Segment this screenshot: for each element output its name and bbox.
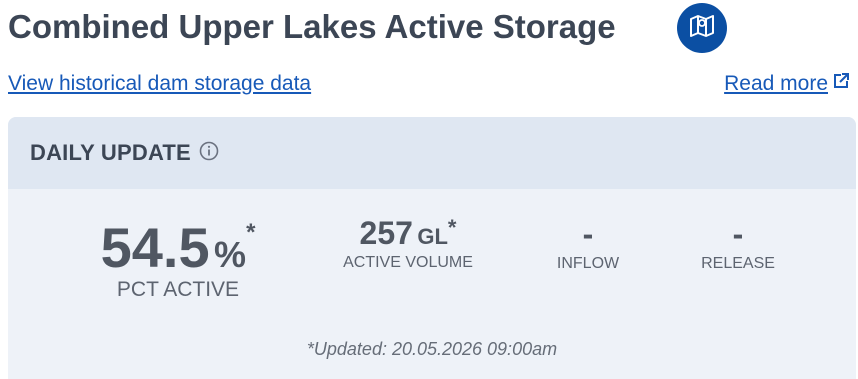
daily-update-card: DAILY UPDATE 54.5 %* PCT ACTIVE 257 GL* … bbox=[8, 117, 856, 379]
updated-timestamp: *Updated: 20.05.2026 09:00am bbox=[306, 339, 558, 359]
daily-update-heading: DAILY UPDATE bbox=[30, 140, 191, 165]
daily-update-header: DAILY UPDATE bbox=[8, 117, 856, 189]
active-volume-unit: GL bbox=[417, 224, 448, 249]
release-stat: - RELEASE bbox=[678, 215, 798, 273]
external-link-icon bbox=[832, 72, 850, 96]
historical-data-link[interactable]: View historical dam storage data bbox=[8, 72, 311, 96]
pct-active-unit: % bbox=[214, 234, 247, 275]
pct-active-stat: 54.5 %* PCT ACTIVE bbox=[78, 215, 278, 302]
pct-active-value: 54.5 bbox=[100, 216, 210, 279]
read-more-label: Read more bbox=[724, 72, 828, 95]
pct-active-label: PCT ACTIVE bbox=[116, 278, 240, 301]
active-volume-stat: 257 GL* ACTIVE VOLUME bbox=[318, 215, 498, 272]
inflow-value: - bbox=[582, 216, 594, 252]
active-volume-value-row: 257 GL* bbox=[318, 215, 498, 252]
active-volume-value: 257 bbox=[359, 215, 413, 251]
read-more-link[interactable]: Read more bbox=[724, 72, 850, 96]
release-label: RELEASE bbox=[701, 255, 775, 272]
pct-active-asterisk: * bbox=[246, 219, 256, 246]
active-volume-label: ACTIVE VOLUME bbox=[343, 254, 473, 271]
map-icon bbox=[689, 13, 715, 44]
info-icon[interactable] bbox=[199, 141, 219, 166]
pct-active-value-row: 54.5 %* bbox=[78, 215, 278, 280]
inflow-stat: - INFLOW bbox=[528, 215, 648, 273]
release-value: - bbox=[732, 216, 744, 252]
inflow-label: INFLOW bbox=[556, 255, 620, 272]
page-title: Combined Upper Lakes Active Storage bbox=[8, 8, 616, 45]
map-button[interactable] bbox=[677, 3, 727, 53]
active-volume-asterisk: * bbox=[447, 215, 457, 240]
